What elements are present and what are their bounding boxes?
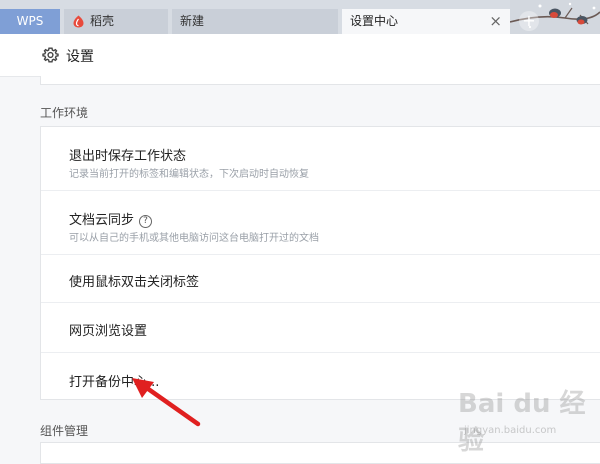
setting-description: 可以从自己的手机或其他电脑访问这台电脑打开过的文档: [69, 233, 319, 244]
setting-title: 文档云同步: [69, 213, 135, 228]
setting-row-cloud-sync[interactable]: 文档云同步? 可以从自己的手机或其他电脑访问这台电脑打开过的文档: [41, 191, 600, 255]
watermark-url: jingyan.baidu.com: [464, 425, 557, 436]
help-icon[interactable]: ?: [139, 215, 153, 228]
gear-icon: [42, 47, 59, 63]
setting-title-wrap: 文档云同步?: [69, 209, 153, 228]
setting-row-save-state[interactable]: 退出时保存工作状态 记录当前打开的标签和编辑状态，下次启动时自动恢复: [41, 127, 600, 191]
setting-row-web-browsing[interactable]: 网页浏览设置: [41, 303, 600, 353]
baidu-jingyan-watermark: Bai du 经验 jingyan.baidu.com: [458, 383, 598, 456]
daoke-icon: [73, 15, 84, 28]
tab-new[interactable]: 新建: [172, 9, 338, 34]
tab-new-label: 新建: [180, 14, 205, 28]
setting-title: 使用鼠标双击关闭标签: [69, 275, 200, 290]
tab-wps[interactable]: WPS: [0, 9, 60, 34]
tab-wps-label: WPS: [16, 14, 44, 28]
tab-daoke[interactable]: 稻壳: [64, 9, 168, 34]
section-label-components: 组件管理: [40, 424, 89, 438]
setting-description: 记录当前打开的标签和编辑状态，下次启动时自动恢复: [69, 169, 309, 180]
add-tab-button[interactable]: +: [519, 11, 539, 31]
section-label-work-env: 工作环境: [40, 106, 89, 120]
tab-settings-center[interactable]: 设置中心 ×: [342, 9, 510, 34]
tab-bar: WPS 稻壳 新建 设置中心 × +: [0, 0, 600, 34]
tab-daoke-label: 稻壳: [90, 14, 115, 28]
page-header: 设置: [0, 34, 600, 77]
previous-section-card: [40, 76, 600, 85]
setting-title: 退出时保存工作状态: [69, 149, 187, 164]
page-title: 设置: [66, 49, 94, 65]
watermark-brand: Bai du 经验: [458, 389, 586, 456]
work-env-card: 退出时保存工作状态 记录当前打开的标签和编辑状态，下次启动时自动恢复 文档云同步…: [40, 126, 600, 400]
setting-title: 网页浏览设置: [69, 324, 148, 339]
close-icon[interactable]: ×: [489, 9, 502, 34]
setting-row-double-click-close[interactable]: 使用鼠标双击关闭标签: [41, 255, 600, 303]
tab-settings-label: 设置中心: [350, 14, 399, 28]
annotation-arrow: [132, 378, 201, 427]
